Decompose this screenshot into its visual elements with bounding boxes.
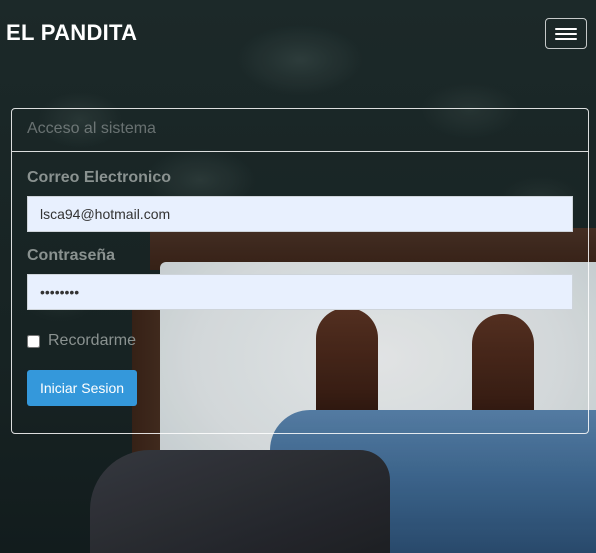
password-field[interactable] [27, 274, 573, 310]
remember-me-label: Recordarme [48, 332, 137, 349]
hamburger-icon-bar [555, 28, 577, 30]
brand-logo[interactable]: EL PANDITA [6, 20, 137, 46]
login-form: Correo Electronico Contraseña Recordarme… [12, 152, 588, 406]
navbar-toggle-button[interactable] [545, 18, 587, 49]
email-label: Correo Electronico [27, 169, 172, 186]
hamburger-icon-bar [555, 33, 577, 35]
hamburger-icon-bar [555, 38, 577, 40]
login-card-header: Acceso al sistema [12, 109, 588, 152]
password-label: Contraseña [27, 247, 116, 264]
login-button[interactable]: Iniciar Sesion [27, 370, 138, 406]
email-group: Correo Electronico [27, 169, 573, 232]
email-field[interactable] [27, 196, 573, 232]
login-card: Acceso al sistema Correo Electronico Con… [11, 108, 589, 434]
password-group: Contraseña [27, 247, 573, 310]
remember-me[interactable]: Recordarme [27, 332, 573, 350]
remember-me-checkbox[interactable] [27, 334, 40, 348]
